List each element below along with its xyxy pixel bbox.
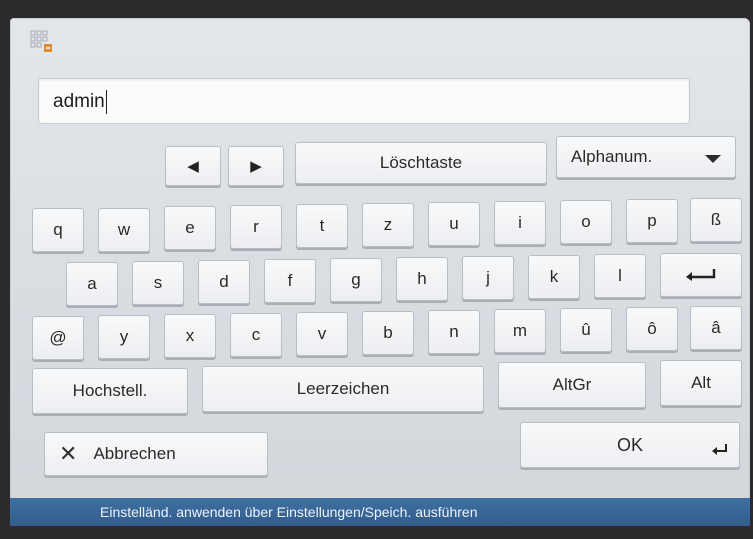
enter-key[interactable] [660, 253, 742, 297]
key-h[interactable]: h [396, 257, 448, 301]
space-key[interactable]: Leerzeichen [202, 366, 484, 412]
cancel-button[interactable]: ✕ Abbrechen [44, 432, 268, 476]
key-d[interactable]: d [198, 260, 250, 304]
key-l[interactable]: l [594, 254, 646, 298]
backspace-button[interactable]: Löschtaste [295, 142, 547, 184]
key-label: v [317, 324, 327, 343]
key-label: x [185, 326, 195, 345]
key-a[interactable]: a [66, 262, 118, 306]
key-label: e [185, 218, 195, 237]
key-o-circumflex[interactable]: ô [626, 307, 678, 351]
key-label: t [319, 216, 325, 235]
text-cursor [105, 89, 107, 114]
key-label: q [53, 220, 63, 239]
key-label: z [383, 215, 393, 234]
key-z[interactable]: z [362, 203, 414, 247]
cursor-right-button[interactable]: ▶ [228, 146, 284, 186]
key-label: n [449, 322, 459, 341]
key-label: ß [710, 210, 722, 229]
status-bar: Einstelländ. anwenden über Einstellungen… [10, 498, 750, 526]
key-i[interactable]: i [494, 201, 546, 245]
key-q[interactable]: q [32, 208, 84, 252]
key-label: r [253, 217, 259, 236]
key-g[interactable]: g [330, 258, 382, 302]
key-m[interactable]: m [494, 309, 546, 353]
cancel-label: Abbrechen [93, 444, 176, 463]
key-b[interactable]: b [362, 311, 414, 355]
input-mode-label: Alphanum. [571, 147, 653, 166]
input-value: admin [53, 91, 105, 112]
triangle-left-icon: ◀ [187, 158, 199, 175]
key-label: b [383, 323, 393, 342]
backspace-label: Löschtaste [379, 153, 463, 172]
key-label: d [219, 272, 229, 291]
altgr-label: AltGr [552, 375, 592, 394]
alt-key[interactable]: Alt [660, 360, 742, 406]
key-label: f [287, 271, 293, 290]
key-f[interactable]: f [264, 259, 316, 303]
key-v[interactable]: v [296, 312, 348, 356]
input-mode-dropdown[interactable]: Alphanum. [556, 136, 736, 178]
altgr-key[interactable]: AltGr [498, 362, 646, 408]
key-o[interactable]: o [560, 200, 612, 244]
key-label: y [119, 327, 129, 346]
key-label: l [618, 266, 622, 285]
keyboard-screen: admin ◀ ▶ Löschtaste Alphanum. q w e r t… [10, 18, 750, 526]
key-n[interactable]: n [428, 310, 480, 354]
key-label: c [251, 325, 261, 344]
key-x[interactable]: x [164, 314, 216, 358]
key-eszett[interactable]: ß [690, 198, 742, 242]
text-input-field[interactable]: admin [38, 78, 690, 124]
key-u-circumflex[interactable]: û [560, 308, 612, 352]
key-label: s [153, 273, 163, 292]
status-message: Einstelländ. anwenden über Einstellungen… [100, 504, 478, 520]
key-t[interactable]: t [296, 204, 348, 248]
close-icon: ✕ [59, 441, 78, 466]
key-label: a [87, 274, 97, 293]
key-label: k [549, 267, 559, 286]
key-y[interactable]: y [98, 315, 150, 359]
key-u[interactable]: u [428, 202, 480, 246]
key-label: m [512, 321, 528, 340]
triangle-right-icon: ▶ [250, 158, 262, 175]
ok-button[interactable]: OK [520, 422, 740, 468]
shift-key[interactable]: Hochstell. [32, 368, 188, 414]
space-label: Leerzeichen [296, 379, 390, 398]
keyboard-app-icon [30, 30, 52, 52]
key-j[interactable]: j [462, 256, 514, 300]
key-label: h [417, 269, 427, 288]
enter-arrow-icon [686, 269, 716, 281]
cursor-left-button[interactable]: ◀ [165, 146, 221, 186]
key-w[interactable]: w [98, 208, 150, 252]
shift-label: Hochstell. [72, 381, 148, 400]
top-bar [10, 18, 750, 58]
enter-arrow-icon [712, 444, 727, 455]
key-label: j [486, 268, 490, 287]
key-label: w [117, 220, 131, 239]
key-label: u [449, 214, 459, 233]
key-label: g [351, 270, 361, 289]
key-label: @ [49, 328, 67, 347]
key-e[interactable]: e [164, 206, 216, 250]
chevron-down-icon [705, 155, 721, 163]
key-k[interactable]: k [528, 255, 580, 299]
key-a-circumflex[interactable]: â [690, 306, 742, 350]
ok-label: OK [616, 434, 643, 455]
key-at[interactable]: @ [32, 316, 84, 360]
key-label: o [581, 212, 591, 231]
key-label: i [518, 213, 522, 232]
key-label: ô [647, 319, 657, 338]
key-label: û [581, 320, 591, 339]
key-s[interactable]: s [132, 261, 184, 305]
key-label: â [711, 318, 721, 337]
key-label: p [647, 211, 657, 230]
key-c[interactable]: c [230, 313, 282, 357]
alt-label: Alt [691, 373, 711, 392]
key-r[interactable]: r [230, 205, 282, 249]
key-p[interactable]: p [626, 199, 678, 243]
